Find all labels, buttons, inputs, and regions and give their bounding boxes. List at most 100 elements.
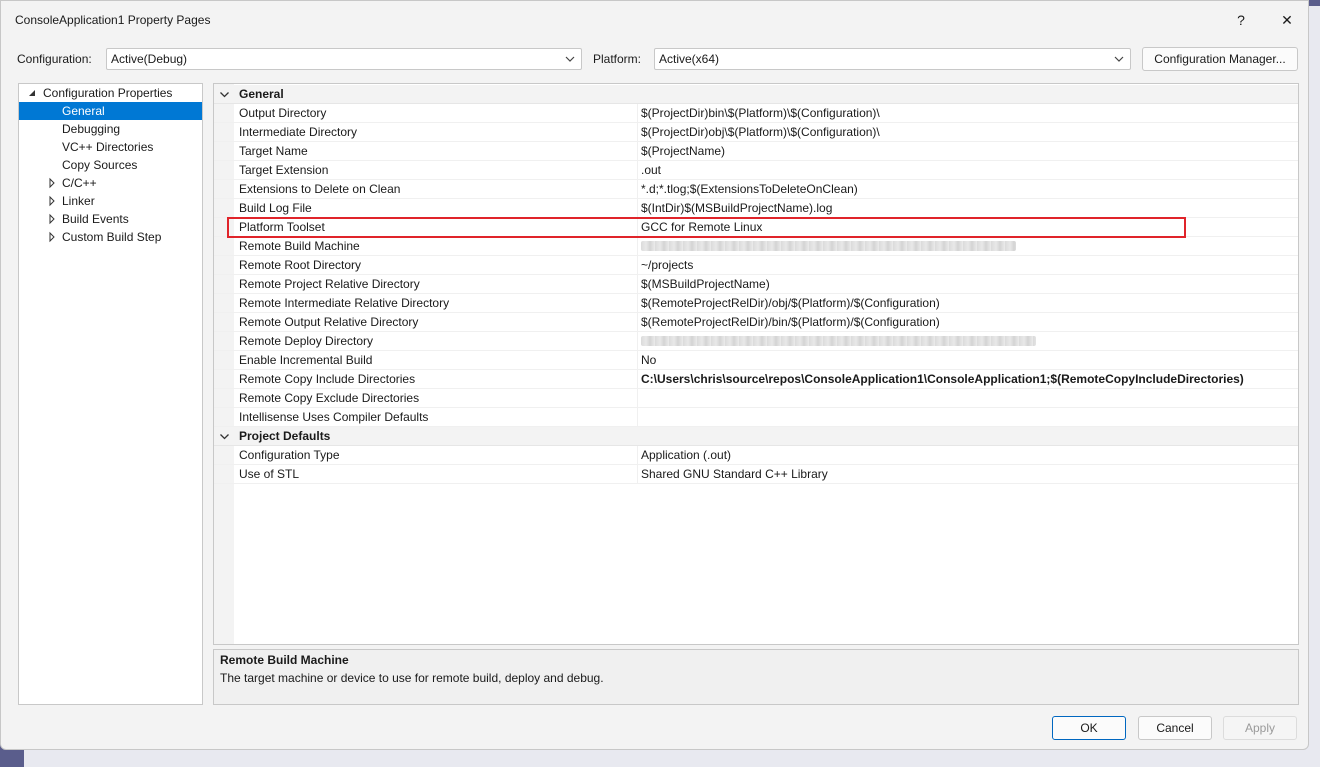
property-value[interactable]: Shared GNU Standard C++ Library (641, 465, 1291, 483)
property-value[interactable]: ~/projects (641, 256, 1291, 274)
property-row[interactable]: Output Directory $(ProjectDir)bin\$(Platf… (214, 104, 1298, 123)
description-title: Remote Build Machine (220, 653, 349, 667)
chevron-down-icon[interactable] (219, 89, 230, 100)
property-row[interactable]: Intellisense Uses Compiler Defaults (214, 408, 1298, 427)
window-title: ConsoleApplication1 Property Pages (15, 13, 211, 27)
property-row[interactable]: Extensions to Delete on Clean *.d;*.tlog;… (214, 180, 1298, 199)
property-row[interactable]: Remote Root Directory ~/projects (214, 256, 1298, 275)
property-row[interactable]: Remote Project Relative Directory $(MSBui… (214, 275, 1298, 294)
property-value[interactable]: *.d;*.tlog;$(ExtensionsToDeleteOnClean) (641, 180, 1291, 198)
description-text: The target machine or device to use for … (220, 671, 604, 685)
property-value[interactable]: $(MSBuildProjectName) (641, 275, 1291, 293)
tree-item-c-c[interactable]: C/C++ (19, 174, 202, 192)
category-label: General (239, 87, 284, 101)
property-row[interactable]: Remote Copy Exclude Directories (214, 389, 1298, 408)
tree-item-label: VC++ Directories (62, 140, 154, 154)
property-name: Enable Incremental Build (239, 351, 638, 369)
property-row[interactable]: Configuration Type Application (.out) (214, 446, 1298, 465)
property-name: Remote Project Relative Directory (239, 275, 638, 293)
property-name: Remote Intermediate Relative Directory (239, 294, 638, 312)
collapsed-arrow-icon[interactable] (47, 228, 57, 246)
property-row[interactable]: Remote Build Machine (214, 237, 1298, 256)
chevron-down-icon[interactable] (219, 431, 230, 442)
tree-item-label: Debugging (62, 122, 121, 136)
property-name: Remote Deploy Directory (239, 332, 638, 350)
property-value[interactable]: $(RemoteProjectRelDir)/bin/$(Platform)/$… (641, 313, 1291, 331)
tree-item-general[interactable]: General (19, 102, 202, 120)
tree-item-debugging[interactable]: Debugging (19, 120, 202, 138)
help-button[interactable]: ? (1219, 5, 1263, 35)
property-row[interactable]: Remote Output Relative Directory $(Remote… (214, 313, 1298, 332)
property-name: Configuration Type (239, 446, 638, 464)
redacted-value (641, 241, 1016, 251)
tree-item-label: Copy Sources (62, 158, 138, 172)
tree-root-configuration-properties[interactable]: Configuration Properties (19, 84, 202, 102)
property-row[interactable]: Intermediate Directory $(ProjectDir)obj\$… (214, 123, 1298, 142)
property-tree[interactable]: Configuration Properties General Debuggin… (18, 83, 203, 705)
property-name: Intermediate Directory (239, 123, 638, 141)
property-name: Build Log File (239, 199, 638, 217)
tree-item-build-events[interactable]: Build Events (19, 210, 202, 228)
close-button[interactable]: ✕ (1265, 5, 1309, 35)
property-row[interactable]: Target Extension .out (214, 161, 1298, 180)
property-pages-dialog: ConsoleApplication1 Property Pages ? ✕ C… (0, 0, 1309, 750)
property-row[interactable]: Build Log File $(IntDir)$(MSBuildProjectN… (214, 199, 1298, 218)
property-grid[interactable]: General Output Directory $(ProjectDir)bin\… (213, 83, 1299, 645)
platform-dropdown[interactable]: Active(x64) (654, 48, 1131, 70)
property-value[interactable]: No (641, 351, 1291, 369)
category-general[interactable]: General (214, 85, 1298, 104)
property-name: Target Extension (239, 161, 638, 179)
property-value[interactable]: Application (.out) (641, 446, 1291, 464)
property-name: Remote Copy Exclude Directories (239, 389, 638, 407)
collapsed-arrow-icon[interactable] (47, 210, 57, 228)
property-name: Remote Copy Include Directories (239, 370, 638, 388)
tree-item-label: C/C++ (62, 176, 97, 190)
tree-item-custom-build-step[interactable]: Custom Build Step (19, 228, 202, 246)
tree-item-label: Linker (62, 194, 95, 208)
platform-value: Active(x64) (659, 52, 720, 66)
property-value[interactable]: C:\Users\chris\source\repos\ConsoleAppli… (641, 370, 1291, 388)
chevron-down-icon (565, 56, 575, 62)
property-row[interactable]: Remote Copy Include Directories C:\Users\… (214, 370, 1298, 389)
property-row[interactable]: Enable Incremental Build No (214, 351, 1298, 370)
apply-button[interactable]: Apply (1223, 716, 1297, 740)
category-label: Project Defaults (239, 429, 331, 443)
tree-root-label: Configuration Properties (43, 86, 173, 100)
tree-item-label: General (62, 104, 105, 118)
configuration-manager-button[interactable]: Configuration Manager... (1142, 47, 1298, 71)
cancel-button[interactable]: Cancel (1138, 716, 1212, 740)
property-name: Remote Build Machine (239, 237, 638, 255)
collapsed-arrow-icon[interactable] (47, 174, 57, 192)
collapsed-arrow-icon[interactable] (47, 192, 57, 210)
property-value[interactable]: $(ProjectDir)obj\$(Platform)\$(Configura… (641, 123, 1291, 141)
tree-item-linker[interactable]: Linker (19, 192, 202, 210)
property-row[interactable]: Remote Deploy Directory (214, 332, 1298, 351)
property-name: Extensions to Delete on Clean (239, 180, 638, 198)
property-row[interactable]: Target Name $(ProjectName) (214, 142, 1298, 161)
tree-item-label: Custom Build Step (62, 230, 162, 244)
property-name: Output Directory (239, 104, 638, 122)
property-name: Remote Root Directory (239, 256, 638, 274)
property-row[interactable]: Use of STL Shared GNU Standard C++ Librar… (214, 465, 1298, 484)
property-name: Use of STL (239, 465, 638, 483)
property-row[interactable]: Remote Intermediate Relative Directory $(… (214, 294, 1298, 313)
property-value[interactable]: $(IntDir)$(MSBuildProjectName).log (641, 199, 1291, 217)
title-bar: ConsoleApplication1 Property Pages ? ✕ (1, 1, 1308, 39)
property-name: Target Name (239, 142, 638, 160)
property-value[interactable]: $(RemoteProjectRelDir)/obj/$(Platform)/$… (641, 294, 1291, 312)
property-name: Intellisense Uses Compiler Defaults (239, 408, 638, 426)
platform-label: Platform: (593, 52, 642, 66)
tree-item-vc-directories[interactable]: VC++ Directories (19, 138, 202, 156)
property-name: Remote Output Relative Directory (239, 313, 638, 331)
category-project-defaults[interactable]: Project Defaults (214, 427, 1298, 446)
property-value[interactable]: $(ProjectDir)bin\$(Platform)\$(Configura… (641, 104, 1291, 122)
property-value[interactable]: $(ProjectName) (641, 142, 1291, 160)
annotation-highlight-box (227, 217, 1186, 238)
description-pane: Remote Build Machine The target machine … (213, 649, 1299, 705)
property-value[interactable]: .out (641, 161, 1291, 179)
tree-item-label: Build Events (62, 212, 129, 226)
redacted-value (641, 336, 1036, 346)
tree-item-copy-sources[interactable]: Copy Sources (19, 156, 202, 174)
ok-button[interactable]: OK (1052, 716, 1126, 740)
configuration-dropdown[interactable]: Active(Debug) (106, 48, 582, 70)
